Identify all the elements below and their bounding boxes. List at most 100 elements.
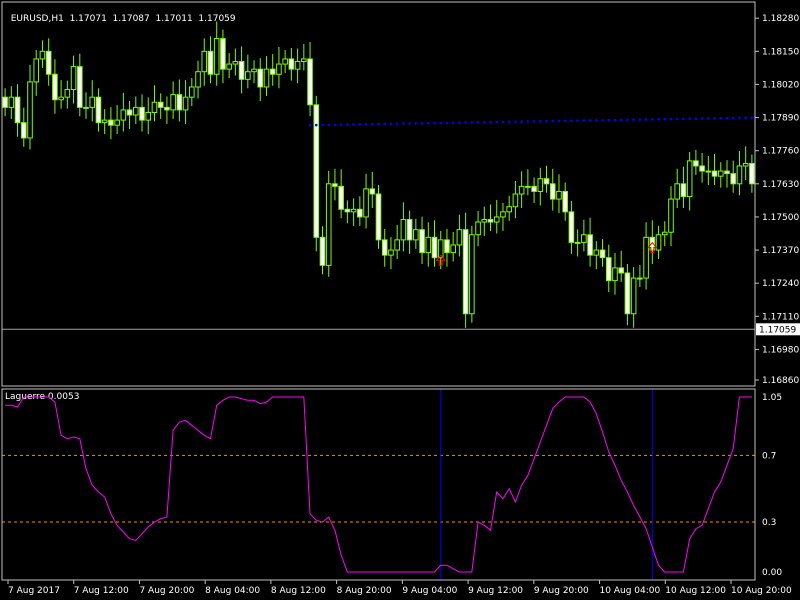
candle-body [562,190,568,213]
ma-dot [663,117,667,121]
time-tick-label: 9 Aug 20:00 [534,586,589,596]
candle-body [58,96,64,101]
time-tick-label: 7 Aug 12:00 [74,586,129,596]
price-tick-label: 1.17240 [762,279,799,289]
candle-body [599,249,606,259]
candle-body [612,267,618,282]
candle-body [549,183,556,200]
candle-body [45,50,52,75]
ma-dot [458,121,461,124]
candle-body [724,170,730,175]
ma-dot [501,120,505,124]
ma-dot [601,118,604,122]
ma-dot [482,120,486,124]
price-tick-label: 1.18020 [762,80,799,90]
ma-dot [526,120,530,123]
candle-body [450,244,456,254]
ma-dot [383,122,387,126]
price-tick-label: 1.17630 [762,180,799,190]
candle-body [717,170,724,177]
ma-dot [551,119,555,123]
indicator-panel[interactable] [2,389,755,580]
candle-body [120,109,127,121]
ma-dot [651,118,654,121]
candle-body [444,239,450,254]
price-tick-label: 1.16860 [762,376,799,386]
ma-dot [377,122,380,126]
candle-body [381,239,388,256]
ma-dot [507,120,511,124]
candle-body [170,94,176,111]
candle-body [20,122,27,139]
candle-body [618,267,625,274]
ma-dot [470,121,474,124]
ma-dot [420,121,424,125]
price-panel[interactable] [2,21,755,330]
time-tick-label: 8 Aug 12:00 [271,586,326,596]
candle-body [108,119,114,126]
candle-body [294,61,301,70]
candle-body [114,119,120,126]
candle-body [369,188,376,195]
ma-dot [327,123,331,127]
candle-body [525,185,531,188]
ma-dot [595,119,598,122]
ma-dot [657,117,660,121]
candle-body [95,96,102,124]
price-tick-label: 1.17370 [762,246,799,256]
candle-body [481,218,488,223]
candle-body [711,170,718,177]
candle-body [705,170,712,173]
candle-body [213,38,220,75]
price-tick-label: 1.16980 [762,345,799,355]
ma-dot [713,117,716,120]
candle-body [531,185,537,192]
ma-dot [731,116,735,120]
ma-dot [557,119,561,123]
candle-body [282,58,288,65]
candle-body [581,234,587,243]
candle-body [344,208,351,213]
candle-body [512,193,519,208]
candle-body [132,106,139,116]
ma-dot [476,121,480,124]
candle-body [506,206,512,213]
candle-body [630,277,637,315]
candle-body [637,277,643,280]
candle-body [251,68,257,73]
candle-body [70,66,77,91]
candle-body [668,198,674,233]
candle-body [462,229,469,315]
candle-body [680,183,687,198]
time-tick-label: 10 Aug 12:00 [665,586,726,596]
ma-dot [339,123,343,126]
ma-dot [588,119,592,122]
ma-dot [700,117,704,120]
candle-body [276,63,282,75]
ma-dot [346,123,349,126]
candle-body [605,257,612,282]
laguerre-line [5,396,752,573]
ma-dot [451,121,455,125]
candle-body [574,241,581,244]
ma-dot [682,117,685,121]
candle-body [593,249,600,256]
candle-body [736,165,743,185]
ma-dot [675,117,679,121]
price-tick-label: 1.17500 [762,213,799,223]
candle-body [64,89,71,98]
ma-dot [514,120,517,124]
chart-canvas[interactable]: 1.18280 1.18150 1.18020 1.17890 1.17760 1.176… [0,0,800,600]
candle-body [238,61,245,80]
indicator-tick-label: 0.00 [762,568,782,578]
candle-body [307,58,313,106]
ma-dot [545,119,548,123]
ma-dot [563,119,567,123]
candle-body [400,218,407,241]
time-tick-label: 9 Aug 04:00 [402,586,457,596]
candle-body [350,208,357,213]
ma-dot [619,118,623,122]
candle-body [182,96,189,111]
ma-dot [707,117,710,120]
candle-body [325,183,332,266]
